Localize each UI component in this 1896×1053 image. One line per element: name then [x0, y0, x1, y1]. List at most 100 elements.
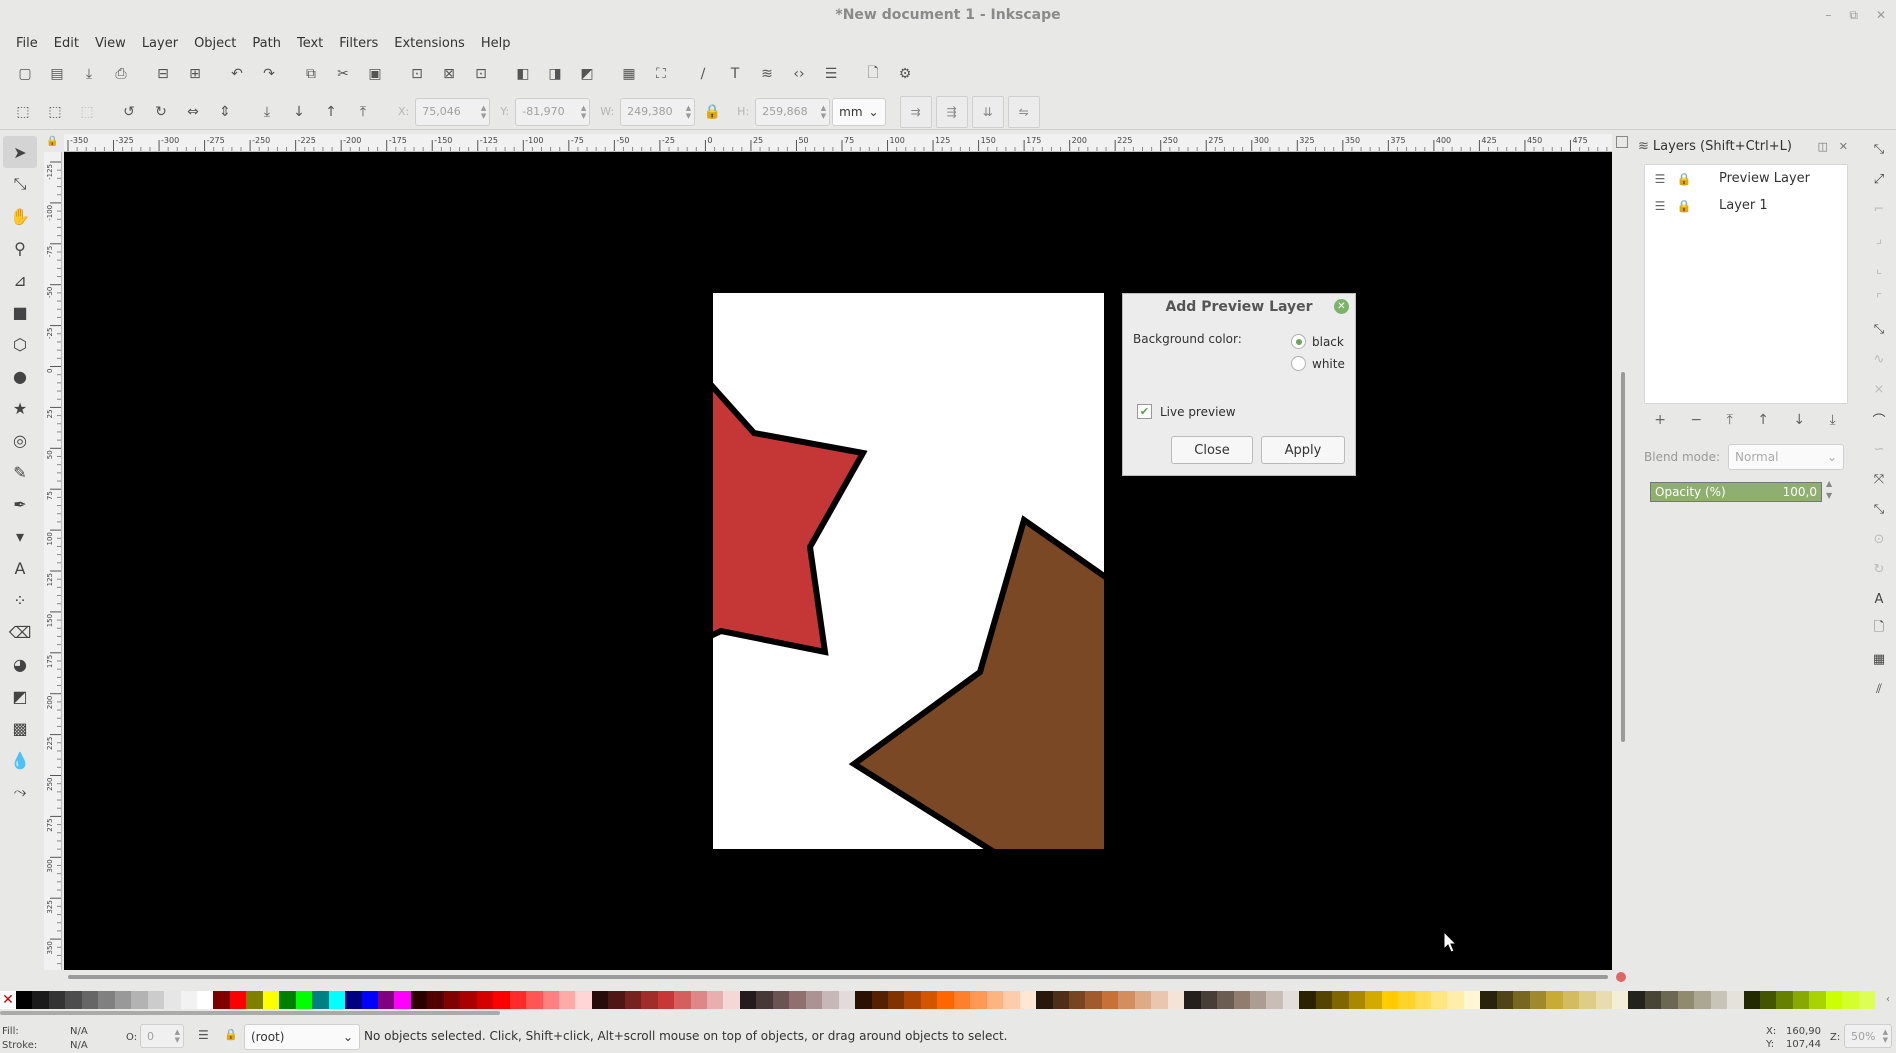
color-swatch[interactable]	[1513, 991, 1530, 1009]
color-swatch[interactable]	[1792, 991, 1810, 1009]
color-swatch[interactable]	[394, 991, 411, 1009]
ruler-top[interactable]: -350 -325 -300 -275 -250 -225 -200 -175 -150 -125…	[64, 134, 1612, 152]
tweak-tool-icon[interactable]: ✋	[3, 200, 37, 232]
color-swatch[interactable]	[970, 991, 987, 1009]
dialog-close-icon[interactable]: ✕	[1334, 299, 1349, 314]
radio-white-indicator[interactable]	[1291, 356, 1306, 371]
scale-stroke-icon[interactable]: ⇉	[899, 95, 932, 128]
color-swatch[interactable]	[657, 991, 675, 1009]
paste-icon[interactable]: ▣	[360, 60, 390, 88]
undo-icon[interactable]: ↶	[222, 60, 252, 88]
color-swatch[interactable]	[1151, 991, 1168, 1009]
color-swatch[interactable]	[509, 991, 527, 1009]
palette-scrollbar[interactable]	[0, 1011, 500, 1015]
color-swatch[interactable]	[48, 991, 66, 1009]
remove-layer-icon[interactable]: −	[1690, 412, 1702, 436]
bucket-tool-icon[interactable]: ◕	[3, 648, 37, 680]
menu-layer[interactable]: Layer	[134, 36, 186, 51]
color-swatch[interactable]	[1414, 991, 1431, 1009]
snap-bbox-edge-icon[interactable]: ⌐	[1865, 194, 1893, 224]
cut-icon[interactable]: ✂	[328, 60, 358, 88]
menu-file[interactable]: File	[8, 36, 46, 51]
color-swatch[interactable]	[707, 991, 724, 1009]
color-swatch[interactable]	[1842, 991, 1859, 1009]
color-swatch[interactable]	[1167, 991, 1185, 1009]
snap-intersection-icon[interactable]: ⨯	[1865, 374, 1893, 404]
menu-extensions[interactable]: Extensions	[386, 36, 473, 51]
x-input[interactable]: 75,046 ▲ ▼	[415, 97, 491, 126]
rotate-cw-icon[interactable]: ↻	[146, 98, 176, 126]
color-swatch[interactable]	[723, 991, 740, 1009]
color-swatch[interactable]	[147, 991, 165, 1009]
color-swatch[interactable]	[558, 991, 576, 1009]
color-swatch[interactable]	[1249, 991, 1267, 1009]
menu-text[interactable]: Text	[289, 36, 331, 51]
color-swatch[interactable]	[1118, 991, 1135, 1009]
visibility-icon[interactable]: ☰	[1651, 172, 1669, 186]
selector-tool-icon[interactable]: ➤	[3, 136, 37, 168]
horizontal-scroll-thumb[interactable]	[68, 975, 1608, 979]
lower-layer-bottom-icon[interactable]: ⤓	[1830, 412, 1836, 436]
color-swatch[interactable]	[32, 991, 49, 1009]
color-swatch[interactable]	[1858, 991, 1876, 1009]
checkbox-checked-icon[interactable]: ✔	[1137, 404, 1152, 419]
color-swatch[interactable]	[1315, 991, 1333, 1009]
radio-white[interactable]: white	[1291, 356, 1345, 371]
lower-layer-icon[interactable]: ↓	[1793, 412, 1805, 436]
color-swatch[interactable]	[1233, 991, 1250, 1009]
color-swatch[interactable]	[377, 991, 395, 1009]
copy-icon[interactable]: ⧉	[296, 60, 326, 88]
import-icon[interactable]: ⊟	[148, 60, 178, 88]
current-layer-select[interactable]: (root) ⌄	[244, 1024, 360, 1050]
color-swatch[interactable]	[229, 991, 247, 1009]
preferences-icon[interactable]: ⚙	[890, 60, 920, 88]
snap-smooth-icon[interactable]: ∽	[1865, 434, 1893, 464]
color-swatch[interactable]	[1019, 991, 1037, 1009]
unlink-icon[interactable]: ◩	[572, 60, 602, 88]
text-tool-icon[interactable]: A	[3, 552, 37, 584]
color-manage-icon[interactable]	[1616, 972, 1626, 982]
new-icon[interactable]: ▢	[10, 60, 40, 88]
snap-bbox-midpoint-icon[interactable]: ⌞	[1865, 254, 1893, 284]
scale-corners-icon[interactable]: ⇶	[935, 95, 968, 128]
color-swatch[interactable]	[920, 991, 938, 1009]
snap-nodes-icon[interactable]: ⤡	[1865, 314, 1893, 344]
node-tool-icon[interactable]: ⤡	[3, 168, 37, 200]
no-paint-swatch[interactable]: ✕	[0, 991, 16, 1009]
export-icon[interactable]: ⊞	[180, 60, 210, 88]
flip-vertical-icon[interactable]: ⇕	[210, 98, 240, 126]
color-swatch[interactable]	[690, 991, 708, 1009]
close-window-button[interactable]: ✕	[1876, 8, 1886, 22]
color-swatch[interactable]	[1430, 991, 1448, 1009]
color-swatch[interactable]	[213, 991, 230, 1009]
snap-midpoint-icon[interactable]: ⤧	[1865, 464, 1893, 494]
color-swatch[interactable]	[493, 991, 510, 1009]
color-swatch[interactable]	[1727, 991, 1744, 1009]
horizontal-scrollbar[interactable]	[64, 972, 1612, 982]
palette-menu-icon[interactable]: ‹	[1880, 991, 1896, 1009]
lock-icon[interactable]: 🔒	[1675, 199, 1693, 213]
color-swatch[interactable]	[295, 991, 313, 1009]
color-swatch[interactable]	[345, 991, 362, 1009]
layer-lock-icon[interactable]: 🔒	[224, 1028, 238, 1041]
color-swatch[interactable]	[789, 991, 806, 1009]
color-swatch[interactable]	[1710, 991, 1728, 1009]
color-swatch[interactable]	[739, 991, 757, 1009]
fill-value[interactable]: N/A	[70, 1026, 88, 1037]
save-icon[interactable]: ⤓	[74, 60, 104, 88]
color-swatch[interactable]	[1447, 991, 1464, 1009]
zoom-selection-icon[interactable]: ⊡	[402, 60, 432, 88]
mesh-tool-icon[interactable]: ▩	[3, 712, 37, 744]
maximize-button[interactable]: ⧉	[1849, 8, 1858, 23]
raise-layer-top-icon[interactable]: ⤒	[1727, 412, 1733, 436]
color-swatch[interactable]	[1644, 991, 1662, 1009]
color-swatch[interactable]	[888, 991, 905, 1009]
node-editor-icon[interactable]: ∕	[688, 60, 718, 88]
live-preview-checkbox[interactable]: ✔ Live preview	[1137, 404, 1236, 419]
visibility-icon[interactable]: ☰	[1651, 199, 1669, 213]
snap-path-icon[interactable]: ∿	[1865, 344, 1893, 374]
color-swatch[interactable]	[822, 991, 839, 1009]
menu-view[interactable]: View	[87, 36, 134, 51]
color-swatch[interactable]	[476, 991, 494, 1009]
color-swatch[interactable]	[1299, 991, 1316, 1009]
